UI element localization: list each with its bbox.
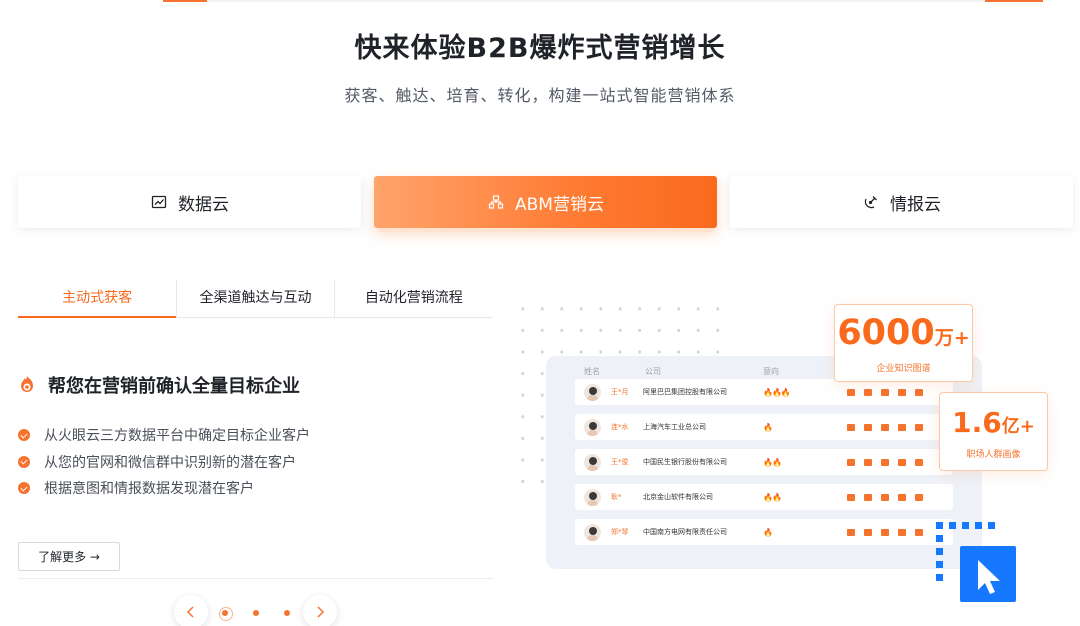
cursor-select-icon: [936, 522, 1018, 604]
feature-title: 帮您在营销前确认全量目标企业: [48, 376, 300, 397]
sub-tab-separator: [176, 280, 177, 318]
table-row: 连*水 上海汽车工业总公司 🔥: [575, 414, 953, 440]
carousel-dot[interactable]: [284, 610, 290, 616]
section-divider: [18, 578, 493, 579]
tab-intel-cloud[interactable]: 情报云: [730, 176, 1073, 228]
stat-value: 1.6: [952, 406, 1002, 439]
chevron-left-icon[interactable]: [174, 595, 208, 626]
stat-card-people-profiles: 1.6亿+ 职场人群画像: [939, 392, 1048, 471]
avatar: [584, 523, 601, 541]
list-item: 从您的官网和微信群中识别新的潜在客户: [18, 449, 310, 476]
list-item: 从火眼云三方数据平台中确定目标企业客户: [18, 422, 310, 449]
fire-icon: 🔥: [763, 527, 773, 537]
active-tab-glow: [378, 228, 714, 232]
subtab-omnichannel[interactable]: 全渠道触达与互动: [176, 280, 334, 317]
avatar: [584, 418, 601, 436]
feature-heading: 帮您在营销前确认全量目标企业: [18, 372, 300, 398]
learn-more-button[interactable]: 了解更多 →: [18, 542, 120, 571]
contact-list-card: 姓名 公司 意向 王*月 阿里巴巴集团控股有限公司 🔥🔥🔥 连*水 上海汽车工业…: [546, 356, 982, 569]
subtab-automation[interactable]: 自动化营销流程: [335, 280, 493, 317]
sub-tab-separator: [334, 280, 335, 318]
check-icon: [18, 455, 30, 468]
avatar: [584, 453, 601, 471]
stat-unit: 亿+: [1001, 416, 1035, 437]
stat-unit: 万+: [934, 327, 970, 349]
chevron-right-icon[interactable]: [303, 595, 337, 626]
contact-action-icons: [847, 423, 923, 431]
network-icon: [487, 193, 505, 211]
fire-icon: 🔥🔥: [763, 457, 782, 467]
hero-subtitle: 获客、触达、培育、转化，构建一站式智能营销体系: [344, 86, 736, 105]
table-row: 郑*琴 中国南方电网有限责任公司 🔥: [575, 519, 953, 545]
top-divider: [207, 0, 985, 2]
top-accent-left: [163, 0, 207, 2]
satellite-icon: [862, 193, 880, 211]
tab-abm-marketing-cloud[interactable]: ABM营销云: [374, 176, 717, 228]
target-icon: [18, 375, 36, 395]
avatar: [584, 488, 601, 506]
chart-icon: [150, 193, 168, 211]
stat-value: 6000: [837, 313, 935, 353]
contact-action-icons: [847, 493, 923, 501]
fire-icon: 🔥🔥: [763, 492, 782, 502]
contact-action-icons: [847, 388, 923, 396]
fire-icon: 🔥: [763, 422, 773, 432]
tab-intel-label: 情报云: [890, 194, 941, 215]
tab-abm-label: ABM营销云: [515, 194, 604, 215]
top-accent-right: [985, 0, 1043, 2]
tab-data-cloud-label: 数据云: [178, 194, 229, 215]
table-row: 王*俊 中国民生银行股份有限公司 🔥🔥: [575, 449, 953, 475]
hero-title: 快来体验B2B爆炸式营销增长: [354, 33, 726, 64]
carousel-dot-active[interactable]: [219, 607, 233, 621]
subtab-active-acquisition[interactable]: 主动式获客: [18, 280, 177, 318]
stat-label: 职场人群画像: [966, 450, 1021, 460]
table-row: 王*月 阿里巴巴集团控股有限公司 🔥🔥🔥: [575, 379, 953, 405]
avatar: [584, 383, 601, 401]
stat-card-knowledge-graph: 6000万+ 企业知识图谱: [834, 304, 973, 382]
sub-tab-bar: 主动式获客 全渠道触达与互动 自动化营销流程: [18, 280, 493, 318]
stat-label: 企业知识图谱: [876, 364, 931, 374]
fire-icon: 🔥🔥🔥: [763, 387, 791, 397]
contact-action-icons: [847, 458, 923, 466]
table-row: 耿* 北京金山软件有限公司 🔥🔥: [575, 484, 953, 510]
list-item: 根据意图和情报数据发现潜在客户: [18, 475, 310, 502]
check-icon: [18, 482, 30, 495]
contact-action-icons: [847, 528, 923, 536]
tab-data-cloud[interactable]: 数据云: [18, 176, 361, 228]
feature-bullets: 从火眼云三方数据平台中确定目标企业客户 从您的官网和微信群中识别新的潜在客户 根…: [18, 422, 310, 502]
check-icon: [18, 429, 30, 442]
carousel-dot[interactable]: [253, 610, 259, 616]
